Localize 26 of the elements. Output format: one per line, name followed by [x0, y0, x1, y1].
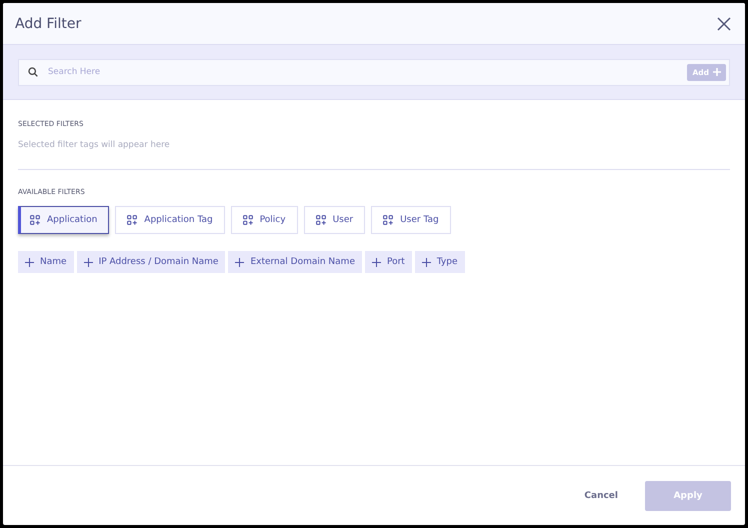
- empty-message: Selected filter tags will appear here: [18, 140, 170, 150]
- plus-icon: [713, 68, 721, 76]
- filter-category-button[interactable]: Application: [18, 206, 110, 234]
- plus-icon: [422, 258, 431, 266]
- grid-plus-icon: [242, 215, 253, 225]
- cancel-button[interactable]: Cancel: [584, 490, 618, 500]
- close-icon[interactable]: [717, 16, 731, 30]
- grid-plus-icon: [127, 215, 138, 225]
- filter-category-button[interactable]: User: [304, 206, 366, 234]
- filter-category-button[interactable]: User Tag: [371, 206, 451, 234]
- filter-category-button[interactable]: Policy: [230, 206, 298, 234]
- add-field-button[interactable]: Type: [414, 251, 464, 273]
- plus-icon: [372, 258, 381, 266]
- plus-icon: [25, 258, 34, 266]
- grid-plus-icon: [316, 215, 326, 225]
- add-field-button[interactable]: Port: [364, 251, 412, 273]
- plus-icon: [235, 258, 244, 266]
- dialog-title: Add Filter: [15, 16, 82, 32]
- grid-plus-icon: [383, 215, 394, 225]
- add-field-button[interactable]: External Domain Name: [228, 251, 362, 273]
- add-field-button[interactable]: IP Address / Domain Name: [76, 251, 226, 273]
- search-icon: [28, 67, 38, 77]
- add-field-button[interactable]: Name: [18, 251, 74, 273]
- filter-category-button[interactable]: Application Tag: [115, 206, 225, 234]
- grid-plus-icon: [30, 215, 40, 225]
- plus-icon: [84, 258, 93, 266]
